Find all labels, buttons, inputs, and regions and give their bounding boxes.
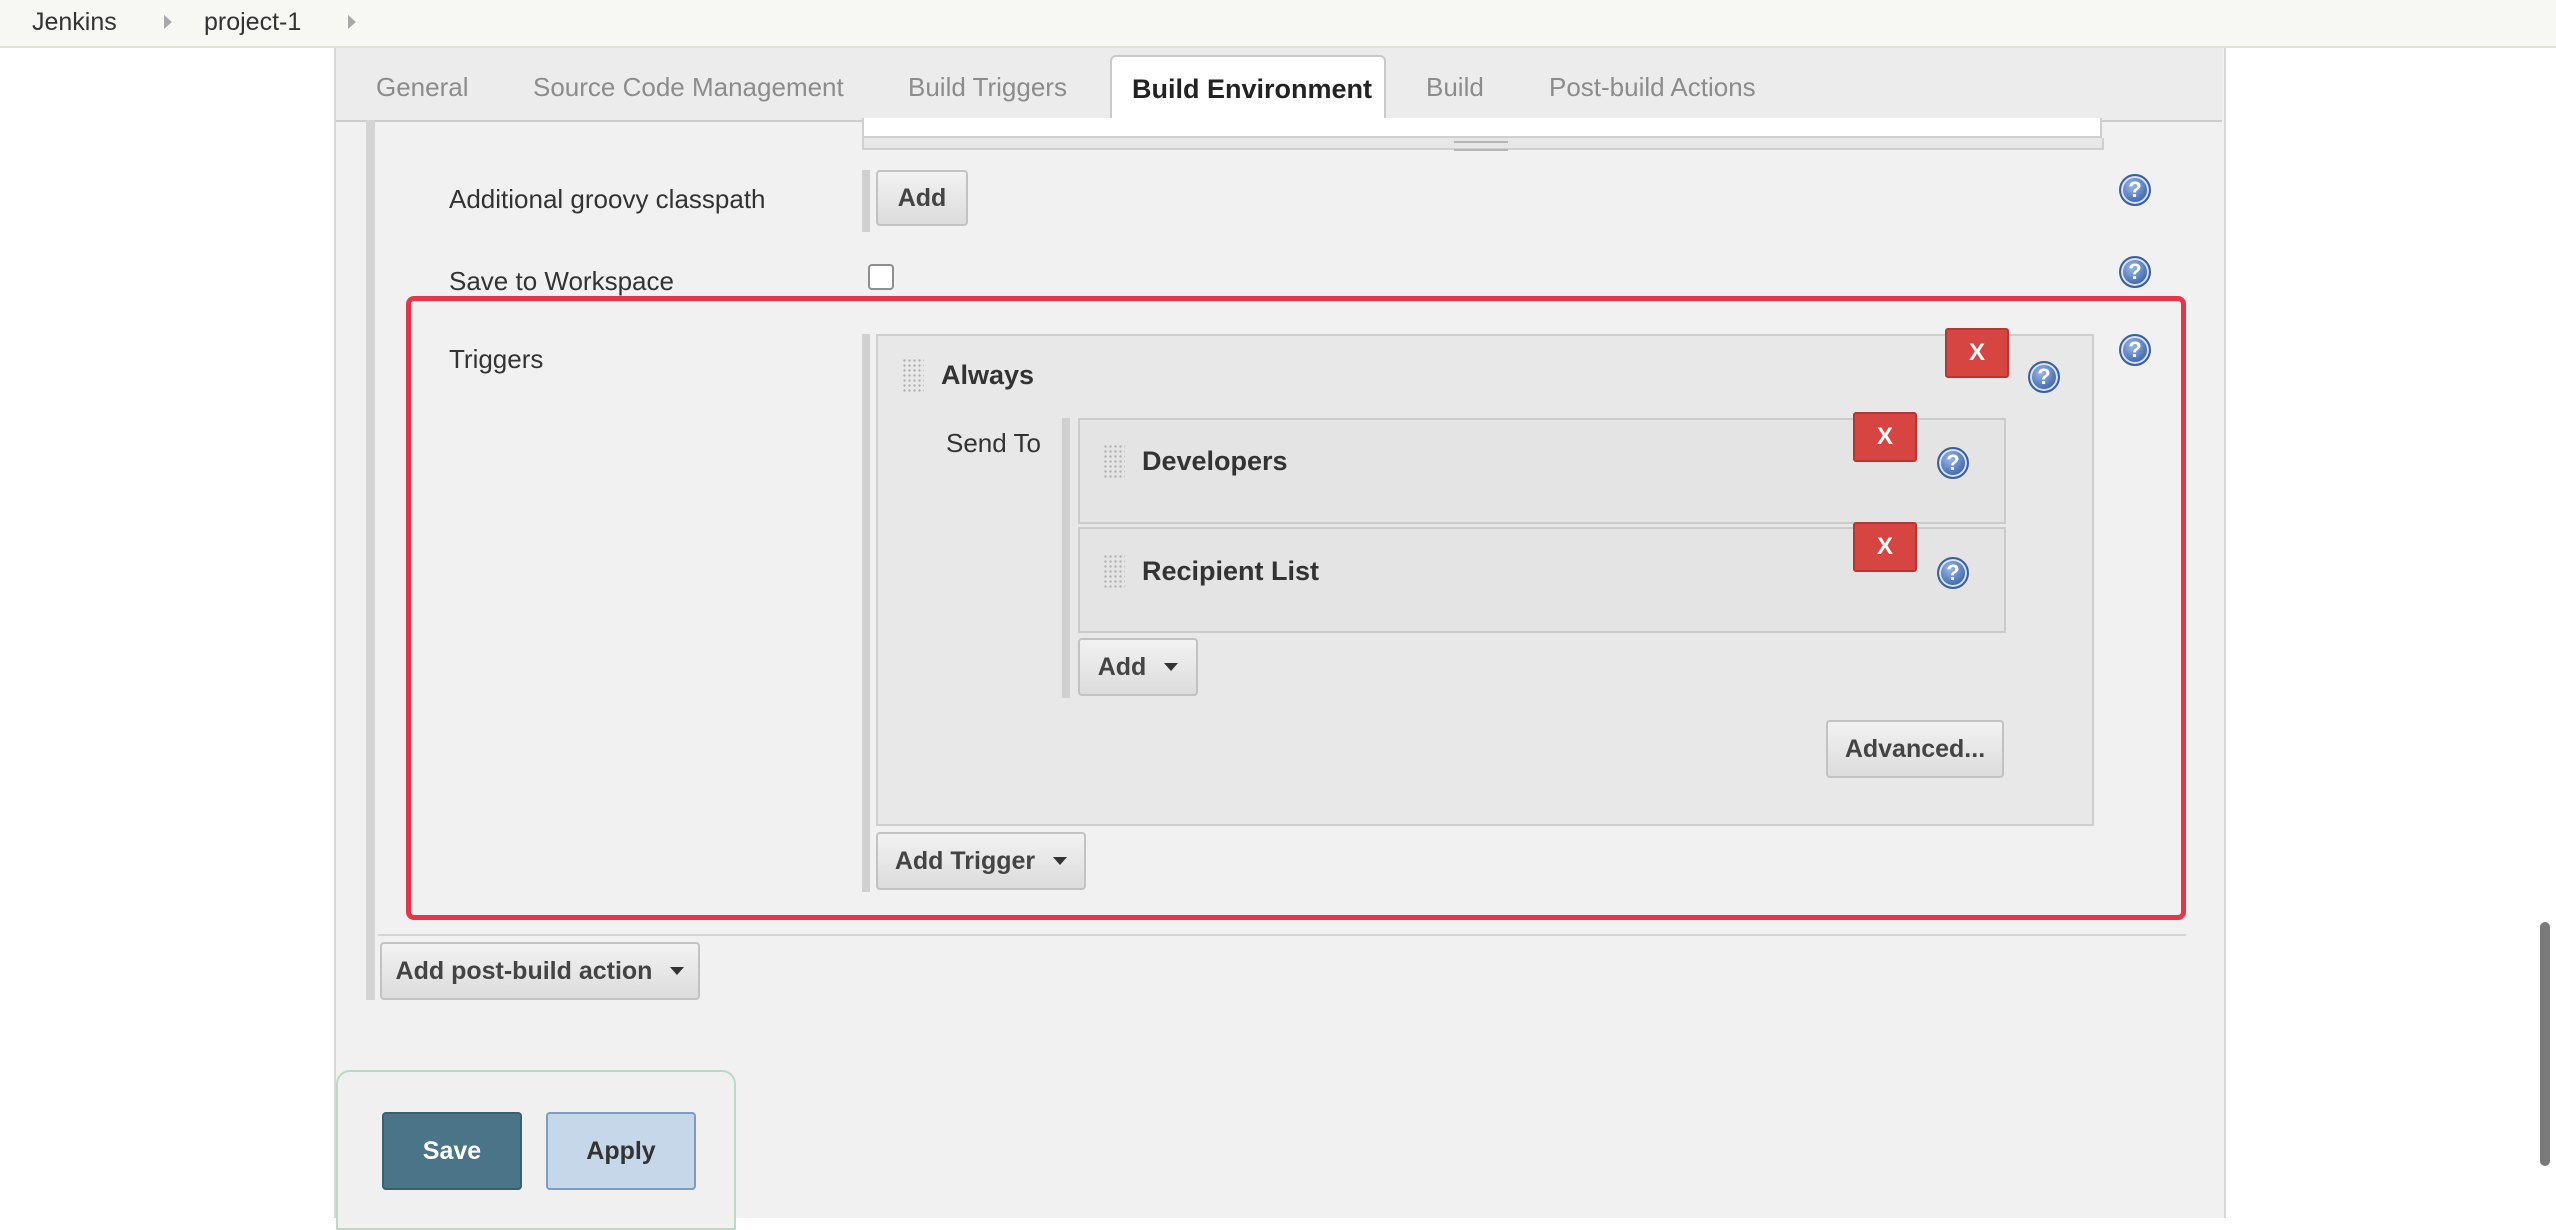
resize-grip-icon[interactable] (1454, 141, 1508, 151)
tab-build[interactable]: Build (1426, 72, 1484, 103)
breadcrumb-arrow-icon[interactable] (348, 15, 356, 29)
caret-down-icon (670, 967, 685, 975)
save-button[interactable]: Save (382, 1112, 522, 1190)
help-icon[interactable]: ? (2119, 256, 2151, 288)
tab-post-build-actions[interactable]: Post-build Actions (1549, 72, 1756, 103)
highlight-frame (406, 296, 2186, 920)
tab-build-triggers[interactable]: Build Triggers (908, 72, 1067, 103)
apply-button[interactable]: Apply (546, 1112, 696, 1190)
section-rail (366, 120, 375, 1000)
breadcrumb-jenkins[interactable]: Jenkins (32, 8, 117, 37)
tab-build-environment[interactable]: Build Environment (1110, 55, 1386, 123)
save-workspace-label: Save to Workspace (449, 266, 674, 296)
help-icon[interactable]: ? (2119, 174, 2151, 206)
save-workspace-checkbox[interactable] (868, 264, 894, 290)
tab-source-code-management[interactable]: Source Code Management (533, 72, 844, 103)
add-classpath-button[interactable]: Add (876, 170, 968, 226)
breadcrumb: Jenkins project-1 (0, 0, 2556, 48)
breadcrumb-project[interactable]: project-1 (204, 8, 301, 37)
field-rail (862, 170, 870, 232)
scrollbar-thumb[interactable] (2540, 922, 2550, 1166)
add-post-build-action-button[interactable]: Add post-build action (380, 942, 700, 1000)
script-textarea[interactable] (862, 118, 2102, 138)
tab-general[interactable]: General (376, 72, 469, 103)
breadcrumb-arrow-icon[interactable] (164, 15, 172, 29)
groovy-classpath-label: Additional groovy classpath (449, 184, 766, 214)
section-divider (378, 934, 2186, 936)
